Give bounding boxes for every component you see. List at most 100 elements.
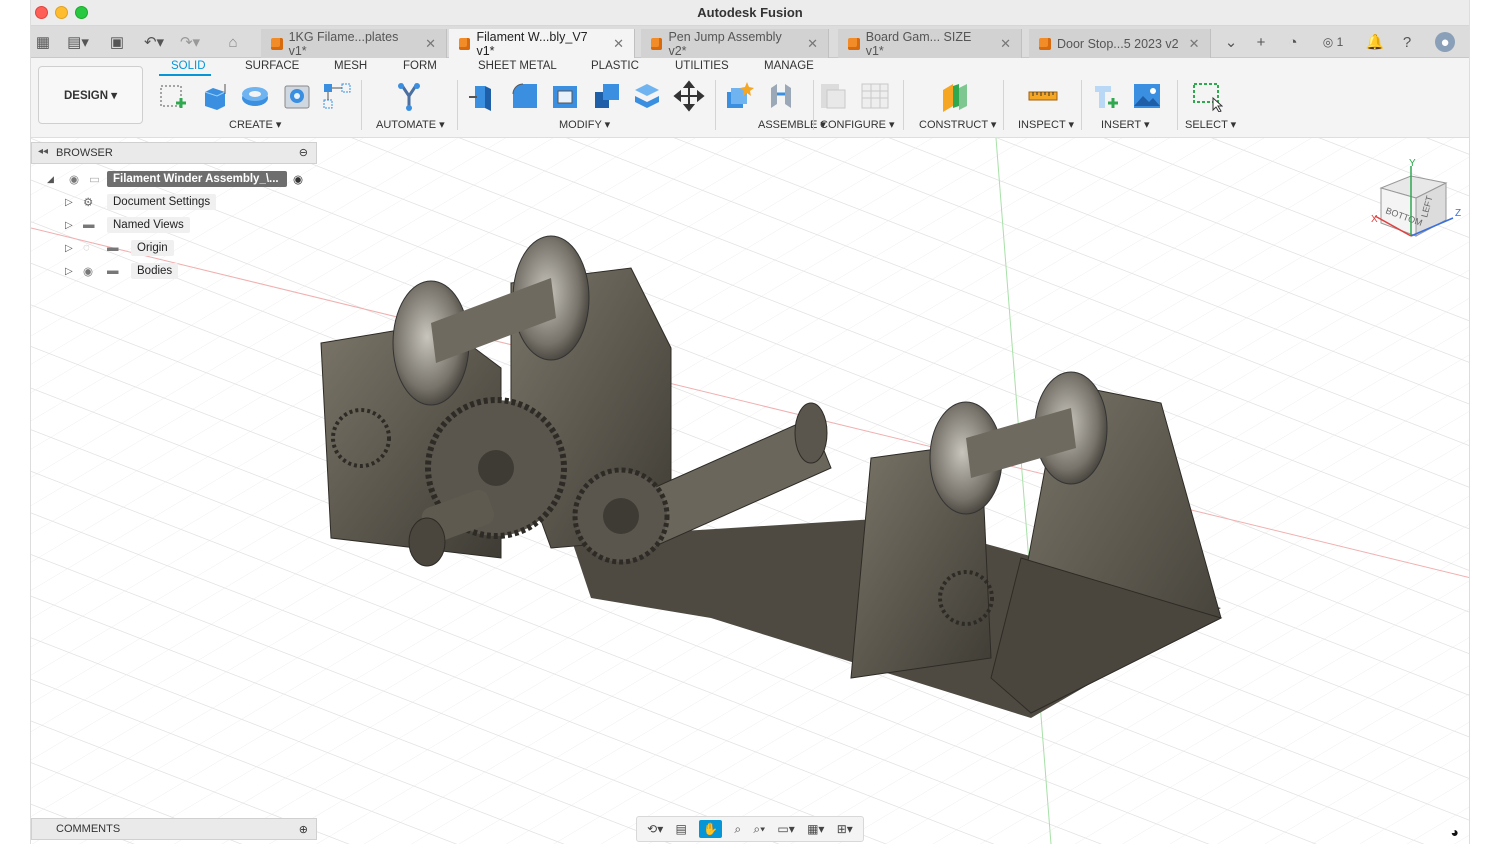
close-tab-icon[interactable]: ✕ — [425, 36, 436, 52]
expand-triangle-icon[interactable]: ▷ — [65, 266, 83, 277]
tab-overflow-icon[interactable]: ⌄ — [1221, 32, 1241, 52]
file-menu-icon[interactable]: ▤▾ — [63, 32, 93, 52]
pan-hand-icon[interactable]: ✋ — [699, 820, 723, 838]
apps-grid-icon[interactable]: ▦ — [33, 32, 53, 52]
tab-manage[interactable]: MANAGE — [764, 60, 814, 72]
close-tab-icon[interactable]: ✕ — [807, 36, 818, 52]
3d-viewport[interactable]: BOTTOM LEFT Y X Z — [31, 138, 1469, 844]
automate-icon[interactable] — [393, 80, 425, 112]
view-cube[interactable]: BOTTOM LEFT Y X Z — [1371, 158, 1469, 258]
tab-surface[interactable]: SURFACE — [245, 60, 299, 72]
workspace-switcher-button[interactable]: DESIGN ▾ — [38, 66, 143, 124]
hidden-eye-icon[interactable]: ◌ — [83, 242, 107, 254]
browser-panel-header[interactable]: ◂◂ BROWSER ⊖ — [31, 142, 317, 164]
viewports-icon[interactable]: ⊞▾ — [837, 822, 853, 836]
collapse-browser-icon[interactable]: ◂◂ — [38, 146, 48, 157]
revolve-icon[interactable] — [239, 80, 271, 112]
expand-triangle-icon[interactable]: ▷ — [65, 197, 83, 208]
expand-triangle-icon[interactable]: ▷ — [65, 243, 83, 254]
axis-y-label: Y — [1409, 158, 1416, 169]
fillet-icon[interactable] — [509, 80, 541, 112]
select-group-label[interactable]: SELECT ▾ — [1185, 118, 1236, 131]
grid-settings-icon[interactable]: ▦▾ — [807, 822, 824, 836]
insert-group-label[interactable]: INSERT ▾ — [1101, 118, 1150, 131]
collapse-triangle-icon[interactable]: ◢ — [47, 174, 59, 185]
orbit-icon[interactable]: ⟲▾ — [647, 822, 663, 836]
tab-mesh[interactable]: MESH — [334, 60, 367, 72]
hole-icon[interactable] — [281, 80, 313, 112]
new-tab-icon[interactable]: + — [1251, 32, 1271, 52]
axis-z-label: Z — [1455, 208, 1461, 219]
insert-canvas-icon[interactable] — [1131, 80, 1163, 112]
configure-icon[interactable] — [817, 80, 849, 112]
new-component-icon[interactable] — [723, 80, 755, 112]
undo-icon[interactable]: ↶▾ — [139, 32, 169, 52]
configuration-table-icon[interactable] — [859, 80, 891, 112]
visibility-eye-icon[interactable]: ◉ — [69, 172, 89, 186]
fusion-assistant-icon[interactable]: ◕ — [1451, 824, 1459, 840]
pattern-icon[interactable] — [321, 80, 353, 112]
move-copy-icon[interactable] — [673, 80, 705, 112]
zoom-icon[interactable]: ⌕ — [734, 822, 741, 837]
notifications-bell-icon[interactable]: 🔔 — [1365, 32, 1385, 52]
title-bar: Autodesk Fusion — [31, 0, 1469, 26]
doc-tab-1[interactable]: 1KG Filame...plates v1* ✕ — [261, 29, 447, 58]
display-settings-icon[interactable]: ▭▾ — [777, 822, 794, 836]
home-icon[interactable]: ⌂ — [223, 32, 243, 52]
activate-radio-icon[interactable]: ◉ — [293, 172, 303, 186]
browser-item-named-views[interactable]: ▷ ▬ Named Views — [65, 215, 190, 235]
tab-utilities[interactable]: UTILITIES — [675, 60, 729, 72]
automate-group-label[interactable]: AUTOMATE ▾ — [376, 118, 445, 131]
doc-tab-2-active[interactable]: Filament W...bly_V7 v1* ✕ — [449, 29, 635, 58]
shell-icon[interactable] — [549, 80, 581, 112]
design-cube-icon — [651, 37, 663, 50]
offset-plane-icon[interactable] — [939, 80, 971, 112]
assemble-group-label[interactable]: ASSEMBLE ▾ — [758, 118, 826, 131]
job-status-icon[interactable]: ◎ 1 — [1315, 32, 1351, 52]
look-at-icon[interactable]: ▤ — [676, 822, 687, 836]
insert-derive-icon[interactable] — [1091, 80, 1123, 112]
gear-icon: ⚙ — [83, 197, 94, 209]
doc-tab-4[interactable]: Board Gam... SIZE v1* ✕ — [838, 29, 1022, 58]
divider — [1177, 80, 1178, 130]
measure-icon[interactable] — [1027, 80, 1059, 112]
close-tab-icon[interactable]: ✕ — [613, 36, 624, 52]
tab-solid[interactable]: SOLID — [171, 60, 206, 72]
split-body-icon[interactable] — [631, 80, 663, 112]
zoom-window-icon[interactable]: ⌕▾ — [753, 822, 765, 837]
close-tab-icon[interactable]: ✕ — [1000, 36, 1011, 52]
redo-icon[interactable]: ↷▾ — [175, 32, 205, 52]
filament-winder-model[interactable] — [31, 138, 1469, 844]
configure-group-label[interactable]: CONFIGURE ▾ — [820, 118, 895, 131]
close-tab-icon[interactable]: ✕ — [1189, 36, 1200, 52]
help-icon[interactable]: ? — [1397, 32, 1417, 52]
create-group-label[interactable]: CREATE ▾ — [229, 118, 281, 131]
tab-plastic[interactable]: PLASTIC — [591, 60, 639, 72]
add-comment-icon[interactable]: ⊕ — [299, 823, 308, 836]
tab-form[interactable]: FORM — [403, 60, 437, 72]
browser-item-bodies[interactable]: ▷ ◉ ▬ Bodies — [65, 261, 179, 281]
save-icon[interactable]: ▣ — [107, 32, 127, 52]
joint-icon[interactable] — [765, 80, 797, 112]
toolbar-ribbon: DESIGN ▾ SOLID SURFACE MESH FORM SHEET M… — [31, 58, 1469, 138]
create-sketch-icon[interactable] — [157, 80, 189, 112]
doc-tab-5[interactable]: Door Stop...5 2023 v2 ✕ — [1029, 29, 1211, 58]
inspect-group-label[interactable]: INSPECT ▾ — [1018, 118, 1074, 131]
browser-pin-icon[interactable]: ⊖ — [299, 146, 308, 159]
comments-panel[interactable]: COMMENTS ⊕ — [31, 818, 317, 840]
browser-item-origin[interactable]: ▷ ◌ ▬ Origin — [65, 238, 174, 258]
press-pull-icon[interactable] — [467, 80, 499, 112]
modify-group-label[interactable]: MODIFY ▾ — [559, 118, 610, 131]
extrude-icon[interactable] — [199, 80, 231, 112]
expand-triangle-icon[interactable]: ▷ — [65, 220, 83, 231]
construct-group-label[interactable]: CONSTRUCT ▾ — [919, 118, 996, 131]
tab-sheet-metal[interactable]: SHEET METAL — [478, 60, 557, 72]
visibility-eye-icon[interactable]: ◉ — [83, 264, 107, 278]
window-select-icon[interactable] — [1191, 80, 1223, 112]
user-avatar[interactable]: ● — [1435, 32, 1455, 52]
doc-tab-3[interactable]: Pen Jump Assembly v2* ✕ — [641, 29, 829, 58]
browser-root-item[interactable]: ◢ ◉ ▭ Filament Winder Assembly_\... ◉ — [47, 169, 303, 189]
extensions-icon[interactable]: ◔ — [1283, 32, 1303, 52]
browser-item-document-settings[interactable]: ▷ ⚙ Document Settings — [65, 192, 217, 212]
combine-icon[interactable] — [591, 80, 623, 112]
